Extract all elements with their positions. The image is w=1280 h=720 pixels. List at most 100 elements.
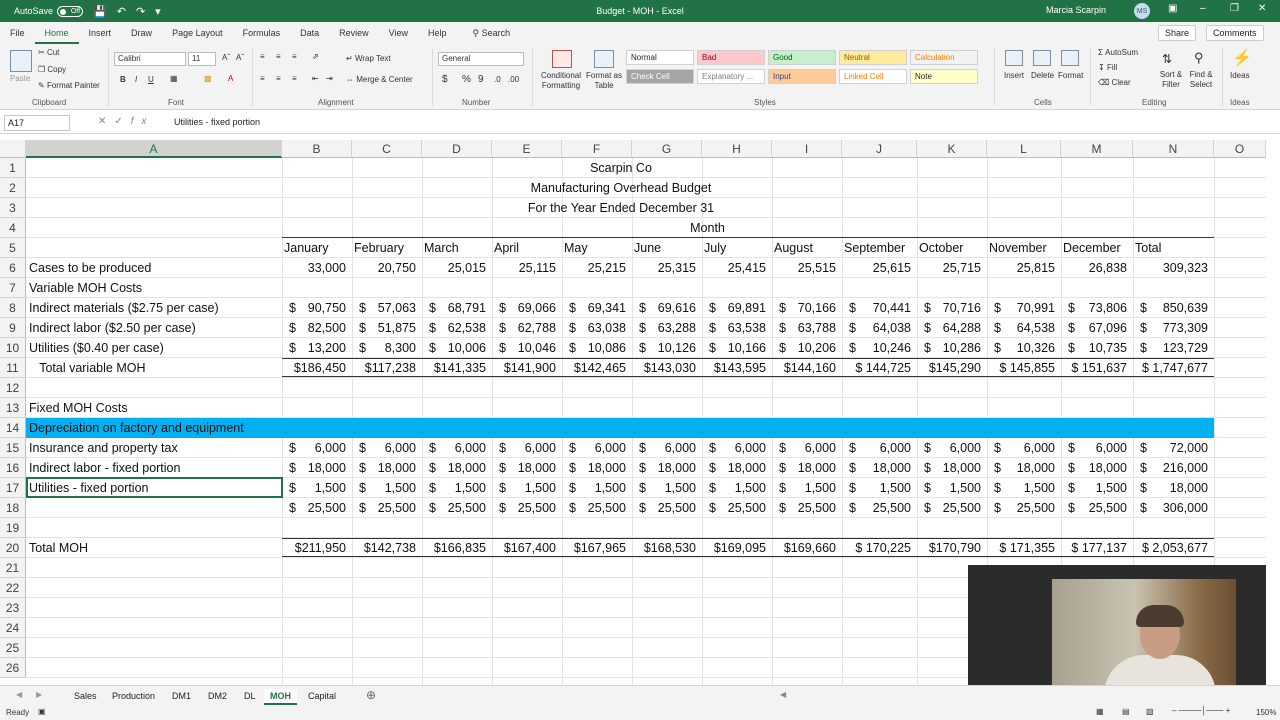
cell-style-note[interactable]: Note [910,69,978,84]
value-cell[interactable]: 64,538 [987,321,1055,335]
row-header[interactable]: 14 [0,418,26,438]
normal-view-icon[interactable]: ▦ [1096,707,1104,716]
redo-icon[interactable]: ↷ [136,5,145,18]
value-cell[interactable]: 6,000 [1061,441,1127,455]
cut-button[interactable]: ✂ Cut [38,48,59,57]
value-cell[interactable]: 25,500 [917,501,981,515]
row-header[interactable]: 2 [0,178,26,198]
row-label[interactable]: Indirect labor - fixed portion [29,461,180,475]
row-label[interactable]: Indirect labor ($2.50 per case) [29,321,196,335]
value-cell[interactable]: 1,500 [987,481,1055,495]
value-cell[interactable]: 69,616 [632,301,696,315]
font-grow-icon[interactable]: Aˆ [222,53,230,62]
row-header[interactable]: 8 [0,298,26,318]
conditional-formatting-icon[interactable] [552,50,572,68]
cell-style-input[interactable]: Input [768,69,836,84]
zoom-slider[interactable]: – ────│─── + [1172,706,1230,715]
column-header-c[interactable]: C [352,140,422,158]
undo-icon[interactable]: ↶ [117,5,126,18]
row-header[interactable]: 25 [0,638,26,658]
row-header[interactable]: 20 [0,538,26,558]
value-cell[interactable]: $169,095 [702,541,766,555]
row-header[interactable]: 1 [0,158,26,178]
value-cell[interactable]: 1,500 [772,481,836,495]
value-cell[interactable]: $143,030 [632,361,696,375]
value-cell[interactable]: 70,166 [772,301,836,315]
row-header[interactable]: 26 [0,658,26,678]
value-cell[interactable]: 1,500 [282,481,346,495]
format-painter-button[interactable]: ✎ Format Painter [38,81,100,90]
italic-button[interactable]: I [135,75,137,84]
value-cell[interactable]: 63,288 [632,321,696,335]
value-cell[interactable]: 90,750 [282,301,346,315]
formula-buttons[interactable]: ✕✓fx [98,116,155,127]
sort-filter-icon[interactable]: ⇅ [1162,52,1172,66]
insert-cells-icon[interactable] [1005,50,1023,66]
value-cell[interactable]: 18,000 [987,461,1055,475]
row-header[interactable]: 13 [0,398,26,418]
row-label[interactable]: Cases to be produced [29,261,151,275]
value-cell[interactable]: 10,006 [422,341,486,355]
value-cell[interactable]: 25,115 [492,261,556,275]
bold-button[interactable]: B [120,75,126,84]
value-cell[interactable]: $169,660 [772,541,836,555]
value-cell[interactable]: 63,788 [772,321,836,335]
avatar[interactable]: MS [1134,3,1150,19]
sheet-tab-dm2[interactable]: DM2 [202,689,233,705]
month-column-header[interactable]: January [284,241,328,255]
value-cell[interactable]: $ 144,725 [842,361,911,375]
value-cell[interactable]: 1,500 [352,481,416,495]
paste-icon[interactable] [10,50,32,72]
value-cell[interactable]: 63,038 [562,321,626,335]
percent-icon[interactable]: % [462,74,471,85]
value-cell[interactable]: 10,735 [1061,341,1127,355]
page-break-view-icon[interactable]: ▧ [1146,707,1154,716]
value-cell[interactable]: 773,309 [1133,321,1208,335]
tab-page-layout[interactable]: Page Layout [162,22,233,44]
comma-icon[interactable]: 9 [478,74,484,85]
value-cell[interactable]: 6,000 [702,441,766,455]
customize-qat-icon[interactable]: ▾ [155,5,161,18]
autosave-toggle[interactable]: Off [57,5,84,17]
row-header[interactable]: 10 [0,338,26,358]
save-icon[interactable]: 💾 [93,5,107,18]
row-header[interactable]: 17 [0,478,26,498]
value-cell[interactable]: 18,000 [282,461,346,475]
value-cell[interactable]: 10,046 [492,341,556,355]
month-column-header[interactable]: November [989,241,1047,255]
value-cell[interactable]: 1,500 [702,481,766,495]
value-cell[interactable]: $ 170,225 [842,541,911,555]
minimize-icon[interactable]: – [1200,3,1206,14]
value-cell[interactable]: 26,838 [1061,261,1127,275]
value-cell[interactable]: 25,500 [492,501,556,515]
cell-style-good[interactable]: Good [768,50,836,65]
sheet-tab-sales[interactable]: Sales [68,689,103,705]
value-cell[interactable]: 18,000 [352,461,416,475]
cell-style-calculation[interactable]: Calculation [910,50,978,65]
sheet-tab-capital[interactable]: Capital [302,689,342,705]
row-label[interactable]: Utilities ($0.40 per case) [29,341,164,355]
value-cell[interactable]: 1,500 [562,481,626,495]
share-button[interactable]: Share [1158,25,1197,41]
cell-style-explanatory[interactable]: Explanatory ... [697,69,765,84]
value-cell[interactable]: $144,160 [772,361,836,375]
month-column-header[interactable]: December [1063,241,1121,255]
column-header-b[interactable]: B [282,140,352,158]
value-cell[interactable]: 1,500 [1061,481,1127,495]
value-cell[interactable]: 6,000 [772,441,836,455]
sheet-tab-production[interactable]: Production [106,689,161,705]
format-cells-button[interactable]: Format [1058,71,1083,80]
font-size-select[interactable]: 11 [188,52,216,66]
column-header-h[interactable]: H [702,140,772,158]
value-cell[interactable]: 1,500 [842,481,911,495]
value-cell[interactable]: $186,450 [282,361,346,375]
value-cell[interactable]: 10,326 [987,341,1055,355]
row-label[interactable]: Variable MOH Costs [29,281,142,295]
value-cell[interactable]: 1,500 [492,481,556,495]
value-cell[interactable]: $ 145,855 [987,361,1055,375]
value-cell[interactable]: 70,716 [917,301,981,315]
value-cell[interactable]: 306,000 [1133,501,1208,515]
sheet-tab-dm1[interactable]: DM1 [166,689,197,705]
value-cell[interactable]: 10,166 [702,341,766,355]
row-header[interactable]: 5 [0,238,26,258]
